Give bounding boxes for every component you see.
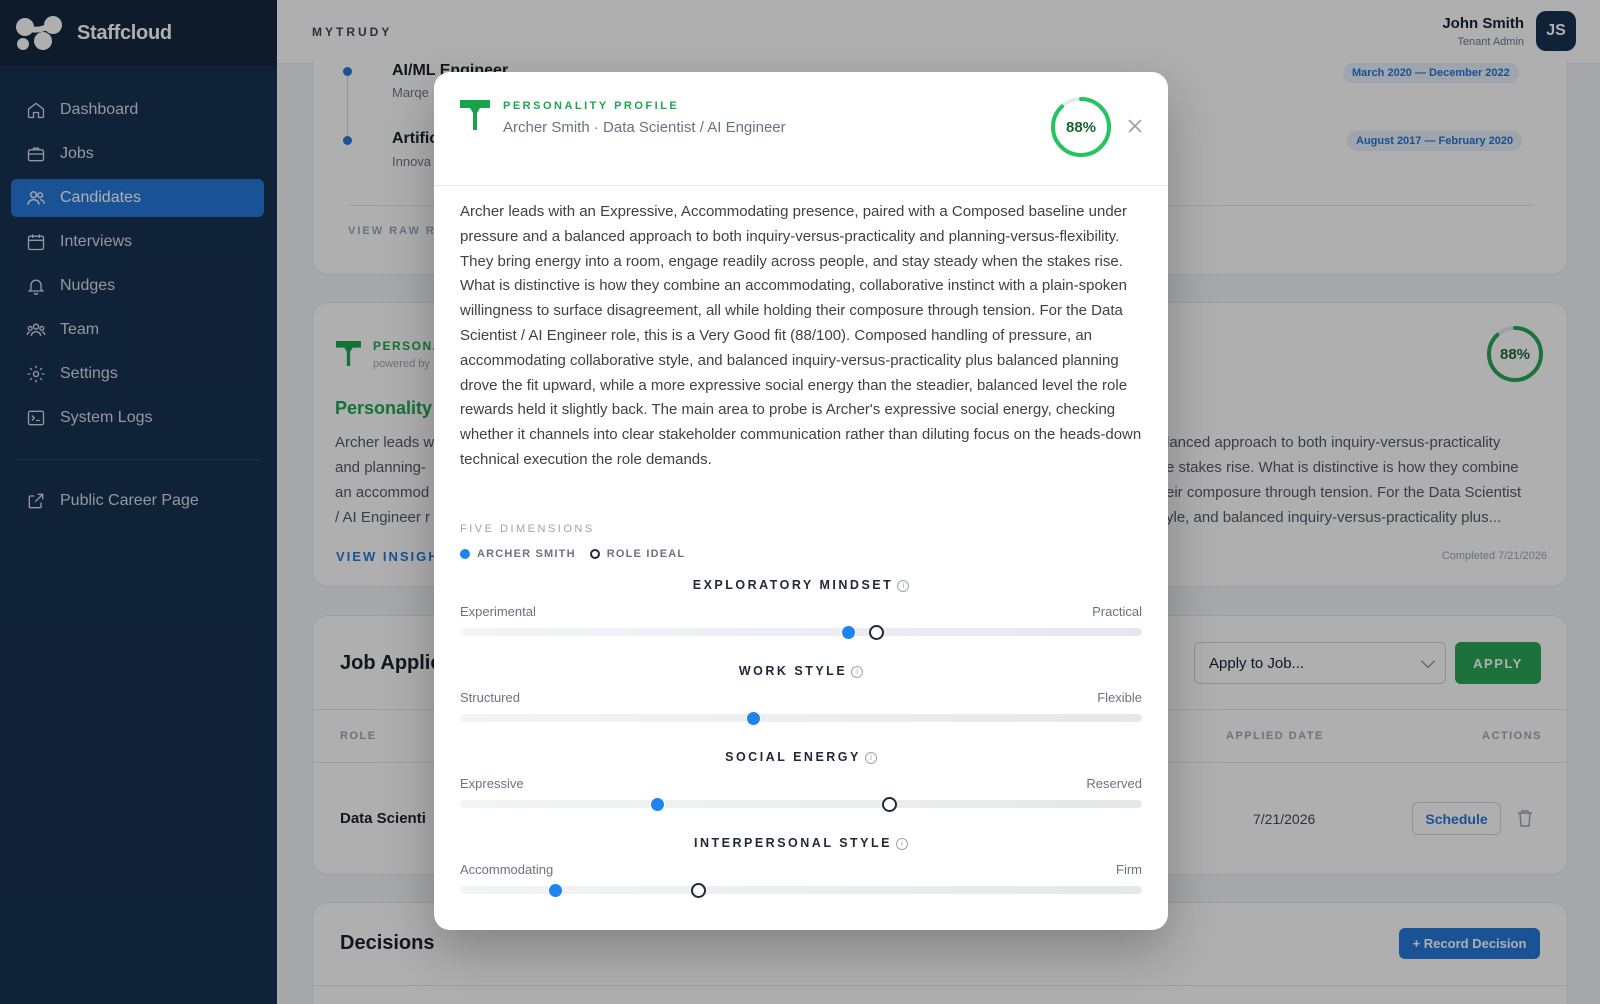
dimension-track xyxy=(460,714,1142,722)
dimension-title: SOCIAL ENERGY i xyxy=(460,750,1142,764)
candidate-marker xyxy=(547,883,563,898)
dimensions-label: FIVE DIMENSIONS xyxy=(460,523,595,535)
dimension-title-text: EXPLORATORY MINDSET xyxy=(692,578,894,592)
dimension-title-text: WORK STYLE xyxy=(738,664,848,678)
role-ideal-marker xyxy=(691,883,707,898)
info-icon[interactable]: i xyxy=(851,666,864,678)
candidate-marker xyxy=(745,711,761,726)
dimension-work-style: WORK STYLE i Structured Flexible xyxy=(460,664,1142,734)
dimensions-legend: ARCHER SMITH ROLE IDEAL xyxy=(460,548,685,560)
dimension-left-label: Experimental xyxy=(460,604,536,619)
legend-item-candidate: ARCHER SMITH xyxy=(460,548,576,560)
fit-score-text: 88% xyxy=(1065,118,1097,136)
dimension-title-text: SOCIAL ENERGY xyxy=(725,750,861,764)
dimension-title: INTERPERSONAL STYLE i xyxy=(460,836,1142,850)
close-icon[interactable] xyxy=(1125,116,1145,136)
dimension-interpersonal-style: INTERPERSONAL STYLE i Accommodating Firm xyxy=(460,836,1142,906)
info-icon[interactable]: i xyxy=(897,580,910,592)
info-icon[interactable]: i xyxy=(895,838,908,850)
dimension-right-label: Flexible xyxy=(1097,690,1142,705)
personality-logo-icon xyxy=(460,100,490,130)
dimension-right-label: Practical xyxy=(1092,604,1142,619)
role-ideal-marker xyxy=(882,797,898,812)
dimension-title: WORK STYLE i xyxy=(460,664,1142,678)
legend-item-ideal: ROLE IDEAL xyxy=(589,548,686,560)
modal-subtitle: Archer Smith · Data Scientist / AI Engin… xyxy=(503,119,786,136)
dimension-right-label: Reserved xyxy=(1086,776,1142,791)
candidate-marker xyxy=(841,625,857,640)
modal-header: PERSONALITY PROFILE Archer Smith · Data … xyxy=(434,72,1168,186)
legend-label: ARCHER SMITH xyxy=(477,548,576,560)
role-ideal-marker xyxy=(868,625,884,640)
dimension-exploratory-mindset: EXPLORATORY MINDSET i Experimental Practi… xyxy=(460,578,1142,648)
dimension-left-label: Structured xyxy=(460,690,520,705)
dimension-social-energy: SOCIAL ENERGY i Expressive Reserved xyxy=(460,750,1142,820)
legend-dot-filled xyxy=(460,549,470,559)
info-icon[interactable]: i xyxy=(864,752,877,764)
dimension-right-label: Firm xyxy=(1116,862,1142,877)
dimension-title: EXPLORATORY MINDSET i xyxy=(460,578,1142,592)
dimension-left-label: Expressive xyxy=(460,776,524,791)
personality-profile-modal: PERSONALITY PROFILE Archer Smith · Data … xyxy=(434,72,1168,930)
candidate-marker xyxy=(650,797,666,812)
legend-dot-outline xyxy=(589,549,600,559)
dimension-track xyxy=(460,800,1142,808)
dimension-left-label: Accommodating xyxy=(460,862,554,877)
legend-label: ROLE IDEAL xyxy=(606,548,686,560)
dimension-track xyxy=(460,628,1142,636)
modal-summary: Archer leads with an Expressive, Accommo… xyxy=(460,203,1142,468)
modal-label: PERSONALITY PROFILE xyxy=(503,100,680,112)
dimension-title-text: INTERPERSONAL STYLE xyxy=(694,836,892,850)
